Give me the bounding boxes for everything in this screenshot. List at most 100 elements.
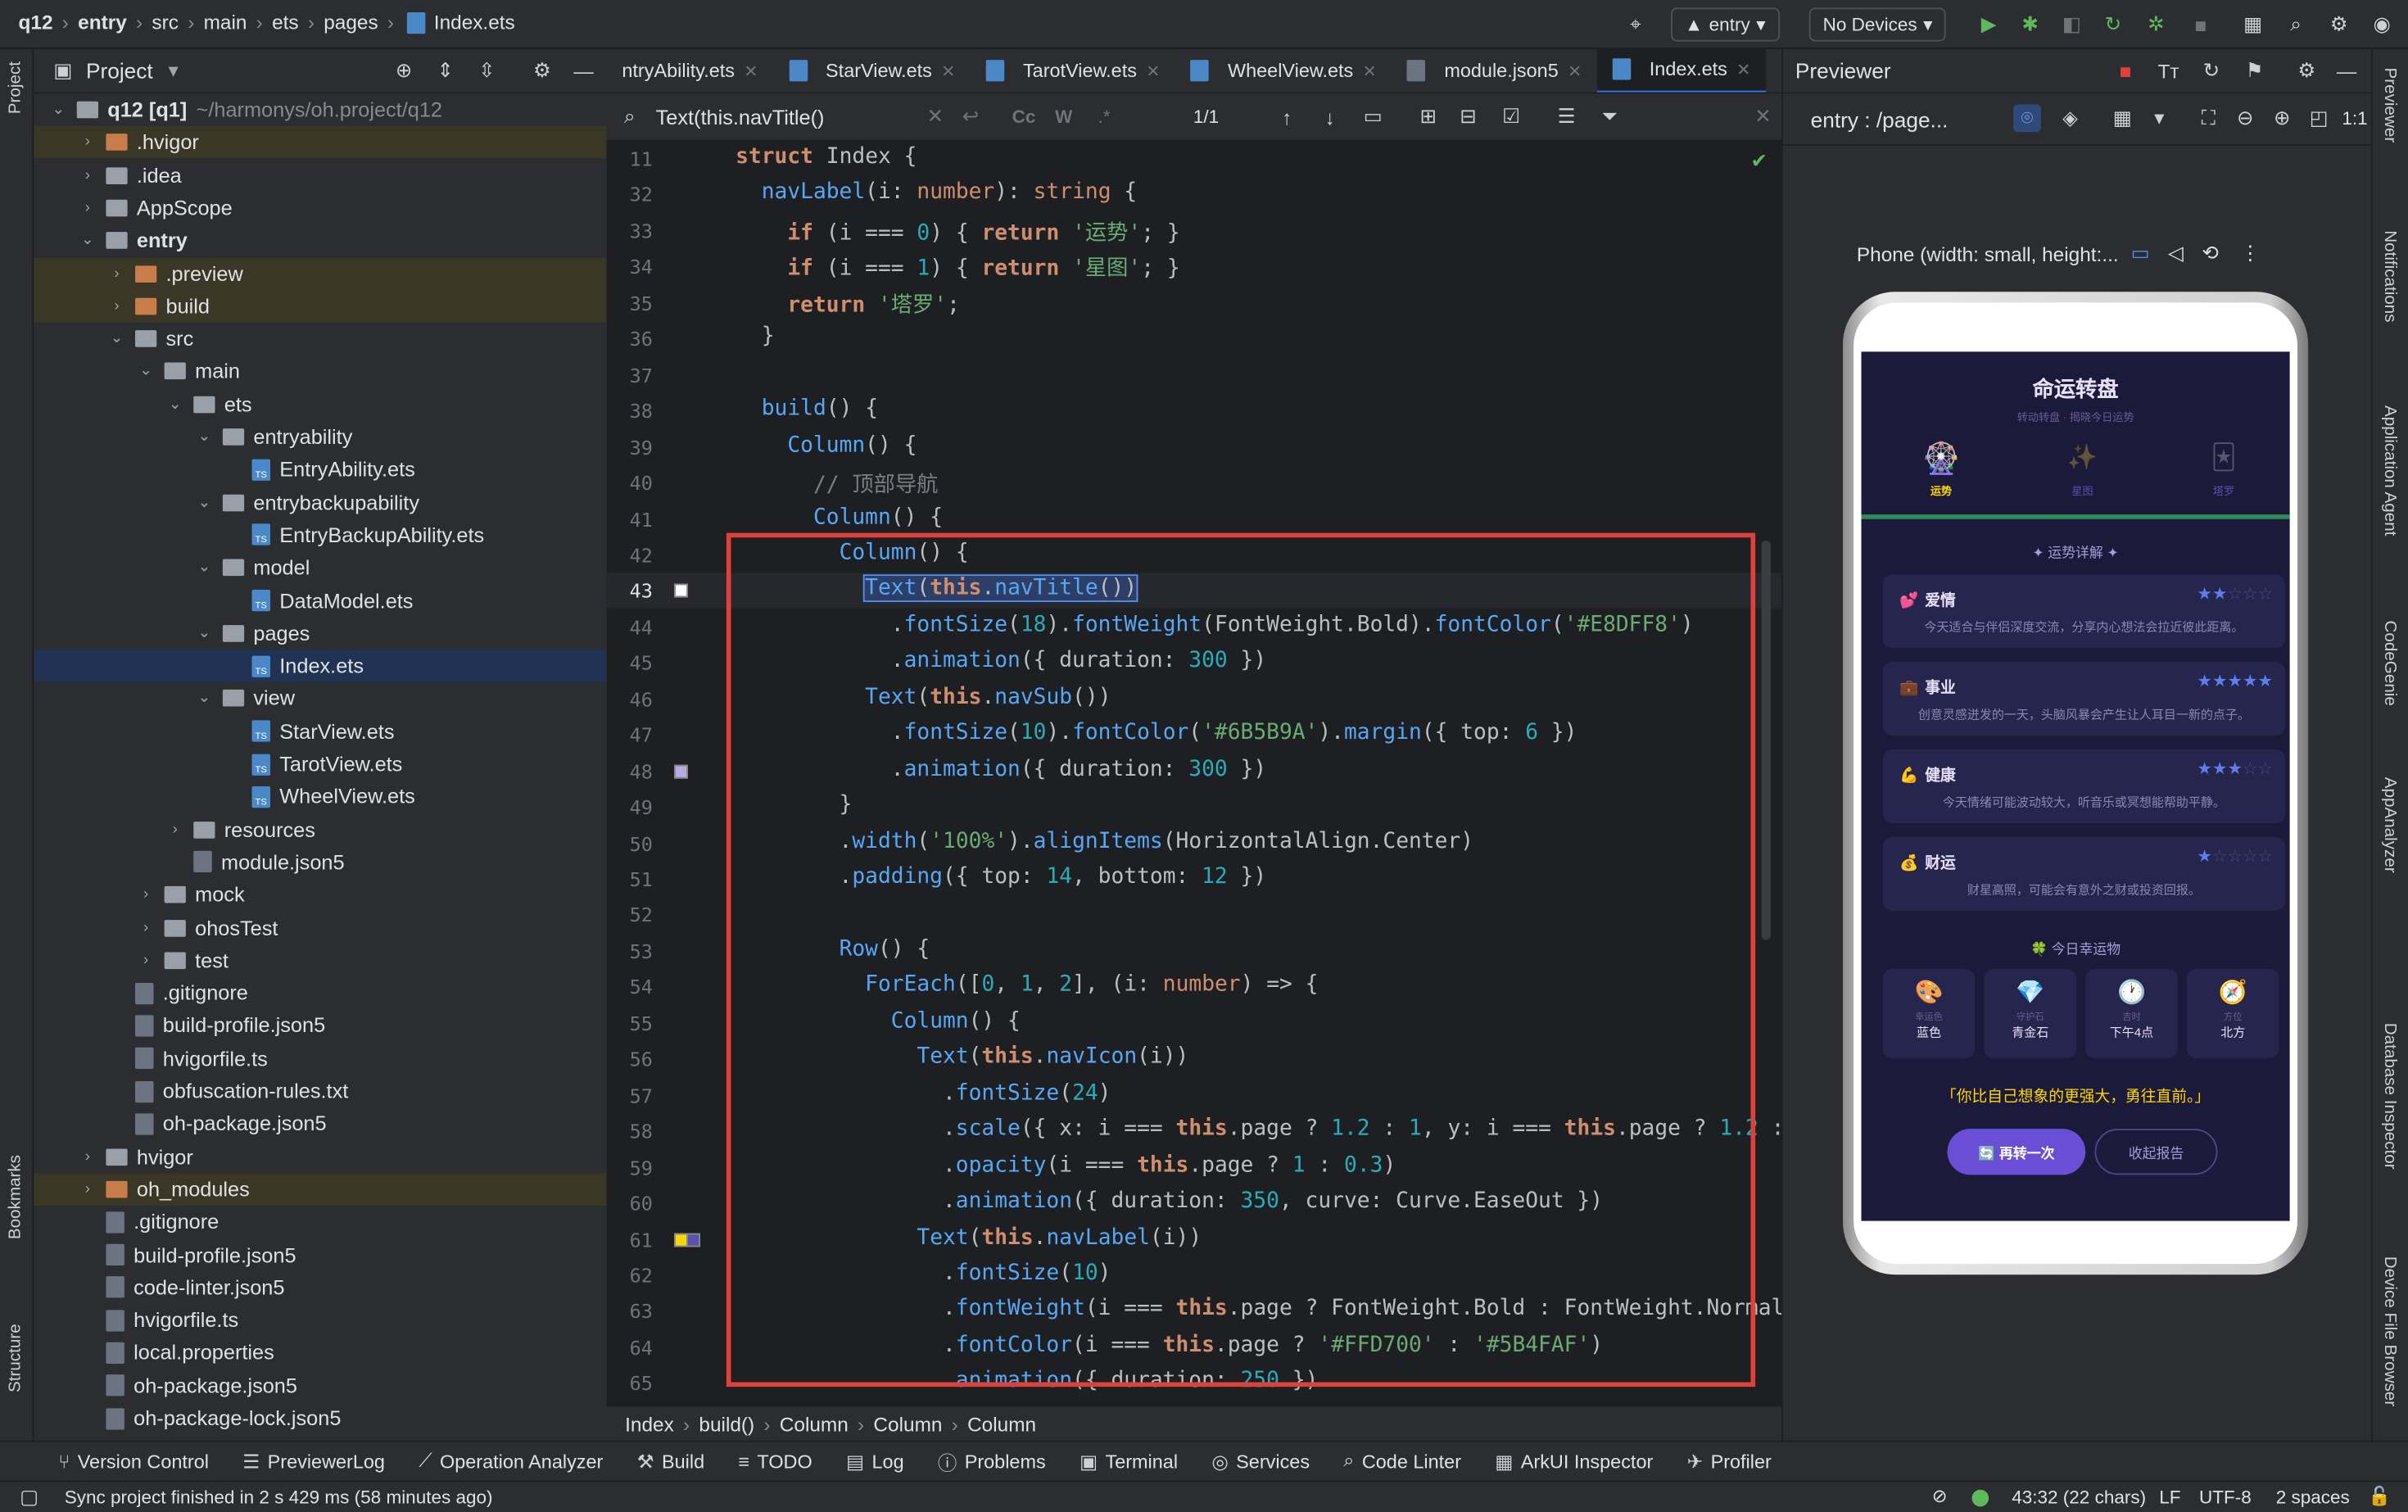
tree-item[interactable]: hvigorfile.ts: [34, 1304, 606, 1336]
code-line[interactable]: return '塔罗';: [736, 288, 960, 319]
line-number[interactable]: 43: [607, 580, 653, 603]
line-number[interactable]: 61: [607, 1228, 653, 1251]
tool-arkui-inspector[interactable]: ▦ ArkUI Inspector: [1495, 1450, 1653, 1473]
previous-match-icon[interactable]: ↑: [1273, 103, 1301, 131]
crumb-main[interactable]: main: [204, 11, 247, 34]
close-icon[interactable]: ✕: [1736, 59, 1750, 79]
tool-operation-analyzer[interactable]: ⟋ Operation Analyzer: [419, 1450, 603, 1473]
crumb-project[interactable]: q12: [19, 11, 53, 34]
project-tool-tab[interactable]: Project: [7, 61, 25, 114]
stop-icon[interactable]: ■: [2112, 57, 2139, 84]
line-number[interactable]: 64: [607, 1336, 653, 1359]
close-icon[interactable]: ✕: [744, 61, 758, 81]
crumb-ets[interactable]: ets: [272, 11, 299, 34]
line-number[interactable]: 60: [607, 1192, 653, 1215]
tree-item[interactable]: hvigorfile.ts: [34, 1043, 606, 1075]
line-number[interactable]: 47: [607, 723, 653, 746]
chevron-right-icon[interactable]: ›: [137, 919, 156, 936]
tab-index[interactable]: Index.ets ✕: [1597, 49, 1767, 93]
line-number[interactable]: 63: [607, 1300, 653, 1323]
tree-item[interactable]: › AppScope: [34, 192, 606, 224]
tree-item[interactable]: ⌄ view: [34, 682, 606, 714]
collapse-report-button[interactable]: 收起报告: [2094, 1129, 2218, 1175]
status-dot-icon[interactable]: [1971, 1489, 1989, 1507]
account-icon[interactable]: ◉: [2368, 11, 2396, 38]
tree-item[interactable]: TS EntryAbility.ets: [34, 454, 606, 486]
tree-item[interactable]: obfuscation-rules.txt: [34, 1075, 606, 1107]
chevron-down-icon[interactable]: ⌄: [49, 102, 68, 119]
screenshot-icon[interactable]: ◰: [2305, 105, 2333, 133]
select-all-icon[interactable]: ▭: [1359, 103, 1387, 131]
tab-wheelview[interactable]: WheelView.ets ✕: [1175, 49, 1392, 93]
text-size-icon[interactable]: Tт: [2155, 57, 2183, 84]
line-number[interactable]: 11: [607, 147, 653, 170]
match-case-icon[interactable]: Cc: [1012, 106, 1036, 127]
tab-entryability[interactable]: ntryAbility.ets ✕: [607, 49, 774, 93]
device-select[interactable]: No Devices ▾: [1808, 7, 1947, 42]
run-icon[interactable]: ▶: [1975, 11, 2003, 38]
tree-item[interactable]: › ohosTest: [34, 912, 606, 944]
line-number[interactable]: 50: [607, 831, 653, 854]
search-icon[interactable]: ⌕: [2282, 11, 2310, 38]
tab-starview[interactable]: StarView.ets ✕: [773, 49, 971, 93]
chevron-right-icon[interactable]: ›: [79, 1181, 97, 1198]
close-icon[interactable]: ✕: [1363, 61, 1377, 81]
tree-item[interactable]: .gitignore: [34, 1206, 606, 1238]
route-select[interactable]: entry : /page...: [1811, 106, 1949, 131]
panel-toggle-icon[interactable]: ▢: [16, 1483, 43, 1511]
line-separator[interactable]: LF: [2159, 1487, 2180, 1508]
tool-todo[interactable]: ≡ TODO: [738, 1451, 812, 1472]
tab-tarotview[interactable]: TarotView.ets ✕: [971, 49, 1175, 93]
add-selection-icon[interactable]: ⊞: [1414, 103, 1442, 131]
chevron-down-icon[interactable]: ⌄: [195, 625, 214, 642]
tree-item[interactable]: ⌄ model: [34, 551, 606, 583]
device-frame-icon[interactable]: ▭: [2131, 241, 2150, 265]
tree-item[interactable]: › .preview: [34, 257, 607, 290]
vertical-scrollbar[interactable]: [1761, 541, 1771, 940]
tool-terminal[interactable]: ▣ Terminal: [1080, 1450, 1178, 1473]
line-number[interactable]: 34: [607, 256, 653, 278]
inspector-icon[interactable]: ⌾: [2013, 104, 2041, 133]
tree-item[interactable]: TS Index.ets: [34, 650, 607, 682]
notifications-tool-tab[interactable]: Notifications: [2380, 230, 2399, 322]
tree-item[interactable]: code-linter.json5: [34, 1271, 606, 1303]
line-number[interactable]: 51: [607, 867, 653, 890]
tool-build[interactable]: ⚒ Build: [637, 1450, 705, 1473]
chevron-right-icon[interactable]: ›: [107, 297, 126, 315]
fortune-card[interactable]: 💰 财运 ★☆☆☆☆ 财星高照，可能会有意外之财或投资回报。: [1882, 836, 2285, 911]
line-number[interactable]: 55: [607, 1012, 653, 1034]
tree-item[interactable]: › resources: [34, 813, 606, 845]
tree-item[interactable]: ⌄ entryability: [34, 421, 606, 453]
code-line[interactable]: struct Index {: [736, 144, 917, 169]
minimize-icon[interactable]: —: [2333, 57, 2360, 84]
line-number[interactable]: 37: [607, 364, 653, 387]
tool-previewerlog[interactable]: ☰ PreviewerLog: [242, 1450, 385, 1473]
tree-item[interactable]: › .idea: [34, 159, 606, 191]
chevron-down-icon[interactable]: ⌄: [195, 690, 214, 708]
code-line[interactable]: if (i === 0) { return '运势'; }: [736, 216, 1179, 247]
attach-icon[interactable]: ◧: [2058, 11, 2086, 38]
tree-item[interactable]: local.properties: [34, 1337, 606, 1369]
whole-words-icon[interactable]: W: [1055, 106, 1072, 127]
zoom-in-icon[interactable]: ⊕: [2268, 105, 2296, 133]
tree-item[interactable]: › test: [34, 944, 606, 976]
chevron-down-icon[interactable]: ⌄: [137, 363, 156, 380]
appanalyzer-tool-tab[interactable]: AppAnalyzer: [2380, 777, 2399, 873]
chevron-right-icon[interactable]: ›: [79, 200, 97, 217]
clear-icon[interactable]: ✕: [921, 103, 949, 131]
line-number[interactable]: 62: [607, 1264, 653, 1287]
remove-selection-icon[interactable]: ⊟: [1455, 103, 1482, 131]
tree-item[interactable]: › oh_modules: [34, 1173, 607, 1206]
lock-icon[interactable]: 🔓: [2368, 1485, 2391, 1506]
chevron-right-icon[interactable]: ›: [79, 167, 97, 184]
code-line[interactable]: // 顶部导航: [736, 469, 938, 500]
more-icon[interactable]: ⋮: [2240, 241, 2260, 265]
tool-problems[interactable]: ⓘ Problems: [938, 1446, 1046, 1476]
tree-item[interactable]: ⌄ ets: [34, 388, 606, 420]
spin-again-button[interactable]: 🔄 再转一次: [1947, 1129, 2086, 1175]
chevron-down-icon[interactable]: ▾: [2145, 105, 2173, 133]
tool-profiler[interactable]: ✈ Profiler: [1687, 1450, 1772, 1473]
chevron-down-icon[interactable]: ⌄: [79, 232, 97, 249]
layers-icon[interactable]: ◈: [2057, 105, 2084, 133]
device-label[interactable]: Phone (width: small, height:...: [1857, 242, 2119, 265]
